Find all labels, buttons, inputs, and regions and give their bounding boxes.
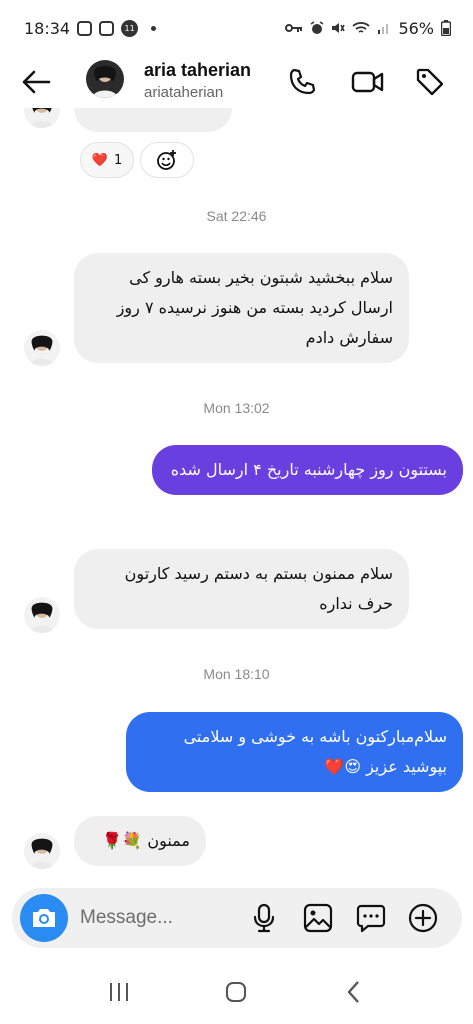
key-icon [285,24,303,32]
heart-reaction-icon: ❤️ [91,152,108,168]
status-left: 18:34 11 [24,18,157,38]
status-bar: 18:34 11 56% [0,0,473,56]
image-icon [303,903,333,933]
recent-apps-icon [109,983,128,1001]
signal-icon [378,24,389,34]
phone-icon [289,68,316,95]
contact-avatar [24,108,60,128]
add-attachment-button[interactable] [405,900,441,936]
chevron-left-icon [347,981,360,1003]
contact-avatar [24,597,60,633]
header-avatar[interactable] [86,60,124,98]
more-notifications-dot [151,25,157,31]
message-bubble-incoming[interactable]: ممنون 💐🌹 [74,816,206,866]
gallery-button[interactable] [300,900,336,936]
voice-message-button[interactable] [246,900,282,936]
timestamp: Sat 22:46 [206,208,267,224]
sticker-button[interactable] [353,900,389,936]
wifi-icon [352,22,371,33]
battery-percent: 56% [398,18,434,38]
back-button[interactable] [18,64,54,100]
video-camera-icon [351,71,384,93]
back-nav-button[interactable] [334,972,374,1012]
message-bubble-incoming[interactable]: سلام ممنون بستم به دستم رسید کارتون حرف … [74,549,409,629]
message-bubble-outgoing[interactable]: بستتون روز چهارشنبه تاریخ ۴ ارسال شده [152,445,463,495]
timestamp: Mon 18:10 [203,666,270,682]
arrow-left-icon [22,70,51,94]
add-reaction-button[interactable] [140,142,194,178]
message-thread[interactable]: ❤️ 1 Sat 22:46 سلام ببخشید شبتون بخیر بس… [0,108,473,888]
contact-username[interactable]: ariataherian [144,84,223,101]
chat-bubble-icon [356,904,386,933]
instagram-notification-icon [77,20,93,36]
voice-call-button[interactable] [284,64,320,100]
plus-circle-icon [408,903,438,933]
conversation-header: aria taherian ariataherian [0,56,473,108]
reaction-chip[interactable]: ❤️ 1 [80,142,134,178]
instagram-notification-icon-2 [99,20,115,36]
battery-icon [441,20,451,36]
mute-icon [332,23,346,33]
alarm-icon [310,21,324,34]
status-right: 56% [285,19,451,38]
video-call-button[interactable] [350,64,386,100]
contact-avatar [24,833,60,869]
timestamp: Mon 13:02 [203,400,270,416]
home-icon [226,982,247,1002]
message-input[interactable] [80,902,230,934]
contact-avatar [24,330,60,366]
message-composer [12,888,462,948]
tag-icon [416,68,444,96]
microphone-icon [253,903,275,933]
tag-button[interactable] [412,64,448,100]
system-navigation-bar [0,960,473,1024]
previous-message-bubble[interactable] [74,108,232,132]
message-bubble-outgoing[interactable]: سلام‌مبارکتون باشه به خوشی و سلامتی بپوش… [126,712,463,792]
camera-icon [33,909,55,927]
message-bubble-incoming[interactable]: سلام ببخشید شبتون بخیر بسته هارو کی ارسا… [74,253,409,363]
add-emoji-icon [157,150,176,170]
reaction-count: 1 [113,152,123,168]
contact-name[interactable]: aria taherian [144,60,251,81]
home-button[interactable] [216,972,256,1012]
recent-apps-button[interactable] [99,972,139,1012]
status-time: 18:34 [24,18,71,38]
camera-button[interactable] [20,894,68,942]
notification-count-badge: 11 [121,19,139,37]
